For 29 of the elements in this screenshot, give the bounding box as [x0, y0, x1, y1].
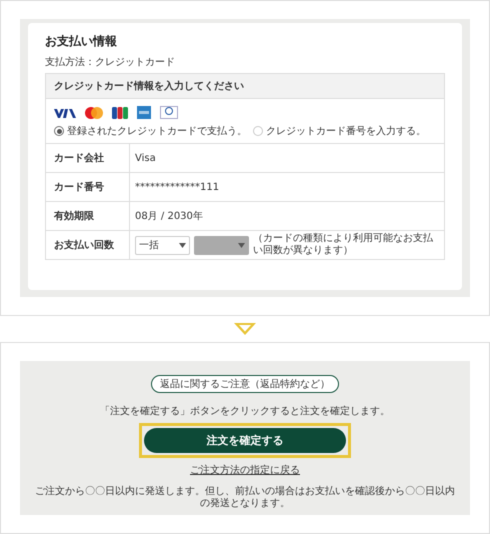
shipping-note: ご注文から〇〇日以内に発送します。但し、前払いの場合はお支払いを確認後から〇〇日以内の発送となります。	[34, 486, 456, 510]
payment-method: 支払方法：クレジットカード	[45, 56, 176, 69]
row-label: カード会社	[46, 144, 130, 172]
card-brand-icon	[160, 106, 178, 119]
returns-notice-link[interactable]: 返品に関するご注意（返品特約など）	[151, 375, 339, 393]
section-title: お支払い情報	[45, 33, 118, 50]
row-value: 08月 / 2030年	[135, 210, 203, 223]
installment-note: （カードの種類により利用可能なお支払い回数が異なります）	[253, 233, 434, 257]
panel-title: クレジットカード情報を入力してください	[46, 74, 444, 99]
instruction-text: 「注文を確定する」ボタンをクリックすると注文を確定します。	[100, 404, 390, 418]
row-value: Visa	[135, 152, 156, 164]
row-value: *************111	[135, 182, 220, 192]
card-brand-icon	[137, 106, 151, 119]
card-brand-icon	[54, 108, 76, 118]
confirm-order-button[interactable]: 注文を確定する	[144, 428, 346, 453]
row-label: 有効期限	[46, 202, 130, 230]
back-link[interactable]: ご注文方法の指定に戻る	[190, 463, 300, 477]
card-brand-icon	[85, 106, 103, 118]
installment-select[interactable]: 一括	[135, 236, 190, 254]
caret-icon	[179, 242, 186, 248]
row-label: カード番号	[46, 173, 130, 201]
card-brand-icon	[112, 106, 128, 118]
radio-option[interactable]: クレジットカード番号を入力する。	[253, 124, 426, 138]
caret-icon	[238, 242, 245, 248]
radio-button[interactable]	[253, 126, 263, 136]
down-arrow-icon	[234, 323, 256, 335]
radio-option[interactable]: 登録されたクレジットカードで支払う。	[54, 124, 247, 138]
row-label: お支払い回数	[46, 231, 130, 259]
radio-button[interactable]	[54, 126, 64, 136]
